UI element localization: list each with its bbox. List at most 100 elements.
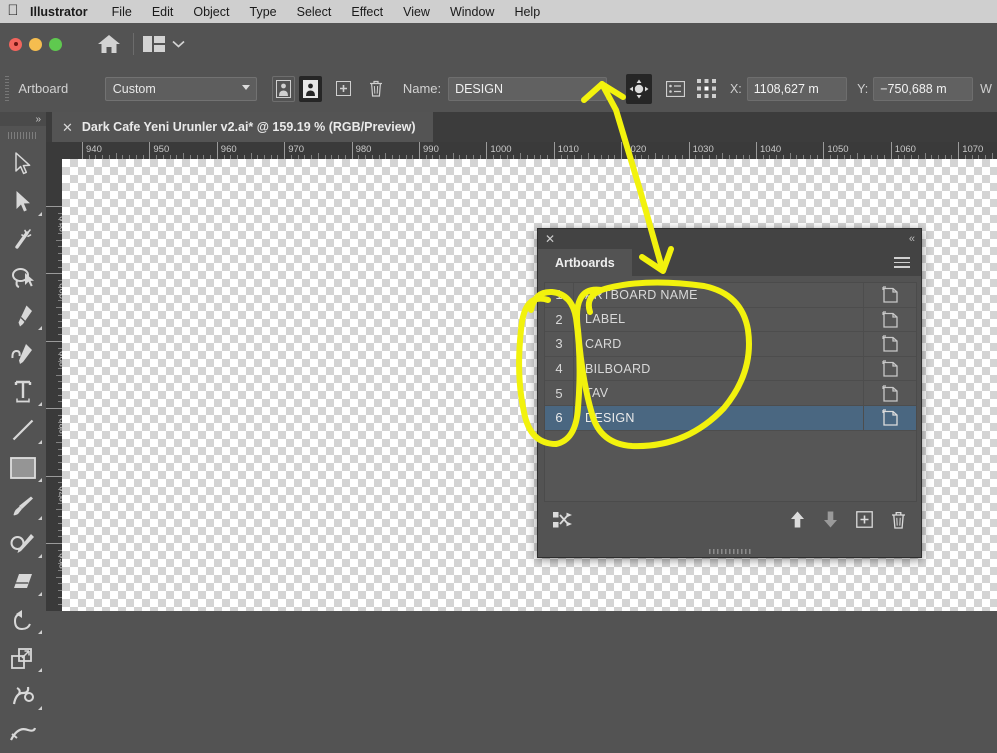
artboard-options-page-icon[interactable] <box>864 385 916 402</box>
maximize-window-button[interactable] <box>49 37 62 51</box>
home-icon[interactable] <box>95 30 123 58</box>
menu-item-illustrator[interactable]: Illustrator <box>26 5 102 19</box>
document-tab[interactable]: ✕ Dark Cafe Yeni Urunler v2.ai* @ 159.19… <box>52 112 433 142</box>
menu-item-file[interactable]: File <box>102 5 142 19</box>
artboard-name[interactable]: ARTBOARD NAME <box>574 288 863 302</box>
artboard-preset-dropdown[interactable]: Custom Letter A4 Legal Tabloid <box>104 76 257 101</box>
menu-item-select[interactable]: Select <box>287 5 342 19</box>
table-row[interactable]: 3 CARD <box>545 332 916 357</box>
artboard-options-page-icon[interactable] <box>864 335 916 353</box>
artboard-options-page-icon[interactable] <box>864 311 916 328</box>
curvature-tool[interactable] <box>0 335 46 373</box>
menu-item-view[interactable]: View <box>393 5 440 19</box>
ruler-label: 1040 <box>760 144 782 155</box>
rectangle-tool[interactable] <box>0 449 46 487</box>
new-artboard-icon[interactable] <box>333 77 354 101</box>
panel-menu-icon[interactable] <box>894 249 921 276</box>
menu-item-type[interactable]: Type <box>240 5 287 19</box>
artboard-preset-select[interactable]: Custom Letter A4 Legal Tabloid <box>104 76 257 101</box>
tool-flyout-indicator[interactable] <box>38 550 42 558</box>
minimize-window-button[interactable] <box>29 37 42 51</box>
artboard-name[interactable]: CARD <box>574 337 863 351</box>
width-warp-tool[interactable] <box>0 677 46 715</box>
close-window-button[interactable] <box>9 37 22 51</box>
artboard-options-page-icon[interactable] <box>864 409 916 426</box>
magic-wand-tool[interactable] <box>0 221 46 259</box>
chevron-down-icon[interactable] <box>172 35 185 53</box>
menu-item-window[interactable]: Window <box>440 5 504 19</box>
selection-tool[interactable] <box>0 145 46 183</box>
tool-flyout-indicator[interactable] <box>38 208 42 216</box>
portrait-orientation-icon[interactable] <box>272 75 296 102</box>
delete-artboard-trash-icon[interactable] <box>891 511 906 534</box>
artboard-name[interactable]: TAV <box>574 386 863 400</box>
artboards-list[interactable]: 1 ARTBOARD NAME 2 LABEL 3 CARD 4 BILBOAR… <box>544 282 917 502</box>
horizontal-ruler[interactable]: 940 950 960 970 980 990 1000 1010 1020 1030 1040 10… <box>62 142 997 159</box>
table-row[interactable]: 1 ARTBOARD NAME <box>545 283 916 308</box>
scale-tool[interactable] <box>0 639 46 677</box>
vertical-ruler[interactable]: 910 900 890 880 870 860 <box>46 159 62 611</box>
window-controls <box>0 37 62 51</box>
paintbrush-tool[interactable] <box>0 487 46 525</box>
tool-flyout-indicator[interactable] <box>38 474 42 482</box>
direct-selection-tool[interactable] <box>0 183 46 221</box>
menu-item-object[interactable]: Object <box>183 5 239 19</box>
move-down-arrow-icon[interactable] <box>823 511 838 533</box>
type-tool[interactable] <box>0 373 46 411</box>
line-segment-tool[interactable] <box>0 411 46 449</box>
menu-item-effect[interactable]: Effect <box>341 5 393 19</box>
trash-icon[interactable] <box>366 77 387 101</box>
tool-flyout-indicator[interactable] <box>38 588 42 596</box>
artboard-options-page-icon[interactable] <box>864 286 916 303</box>
menu-item-edit[interactable]: Edit <box>142 5 184 19</box>
tab-artboards[interactable]: Artboards <box>538 249 632 276</box>
rotate-tool[interactable] <box>0 601 46 639</box>
close-tab-icon[interactable]: ✕ <box>62 121 73 134</box>
tool-flyout-indicator[interactable] <box>38 702 42 710</box>
tools-panel-grip[interactable] <box>8 129 38 141</box>
artboard-options-icon[interactable] <box>665 77 686 101</box>
double-chevron-right-icon[interactable]: » <box>0 112 46 126</box>
ruler-major-tick <box>149 142 151 159</box>
y-coordinate-input[interactable] <box>873 76 974 101</box>
ruler-label: 1000 <box>490 144 512 155</box>
artboard-name[interactable]: BILBOARD <box>574 362 863 376</box>
shaper-pencil-tool[interactable] <box>0 525 46 563</box>
artboard-name-input[interactable] <box>448 76 608 101</box>
tool-flyout-indicator[interactable] <box>38 626 42 634</box>
tool-flyout-indicator[interactable] <box>38 322 42 330</box>
panel-resize-grip[interactable] <box>538 549 921 554</box>
arrange-documents-icon[interactable] <box>143 35 185 53</box>
artboard-options-page-icon[interactable] <box>864 360 916 377</box>
artboard-name[interactable]: LABEL <box>574 312 863 326</box>
artboard-name[interactable]: DESIGN <box>574 411 863 425</box>
collapse-panel-icon[interactable]: « <box>909 233 915 245</box>
ruler-origin-corner[interactable] <box>46 142 62 159</box>
tool-flyout-indicator[interactable] <box>38 664 42 672</box>
artboards-panel-footer <box>544 507 915 537</box>
free-transform-tool[interactable] <box>0 715 46 753</box>
lasso-tool[interactable] <box>0 259 46 297</box>
move-artwork-with-artboard-icon[interactable] <box>626 73 653 104</box>
table-row[interactable]: 4 BILBOARD <box>545 356 916 382</box>
x-coordinate-input[interactable] <box>746 76 847 101</box>
eraser-tool[interactable] <box>0 563 46 601</box>
tool-flyout-indicator[interactable] <box>38 398 42 406</box>
panel-title-bar[interactable]: ✕ « <box>538 229 921 249</box>
reference-point-icon[interactable] <box>696 77 716 101</box>
control-bar-grip[interactable] <box>5 75 10 102</box>
tool-flyout-indicator[interactable] <box>38 512 42 520</box>
tool-flyout-indicator[interactable] <box>38 436 42 444</box>
table-row[interactable]: 2 LABEL <box>545 307 916 333</box>
table-row[interactable]: 5 TAV <box>545 381 916 406</box>
pen-tool[interactable] <box>0 297 46 335</box>
menu-item-help[interactable]: Help <box>504 5 550 19</box>
close-panel-icon[interactable]: ✕ <box>545 233 555 245</box>
rearrange-all-artboards-icon[interactable] <box>553 511 573 534</box>
apple-logo-icon[interactable]:  <box>0 3 26 20</box>
new-artboard-plus-icon[interactable] <box>856 511 873 533</box>
move-up-arrow-icon[interactable] <box>790 511 805 533</box>
table-row[interactable]: 6 DESIGN <box>545 405 916 431</box>
landscape-orientation-icon[interactable] <box>299 75 322 102</box>
artboard-index: 5 <box>555 385 563 401</box>
